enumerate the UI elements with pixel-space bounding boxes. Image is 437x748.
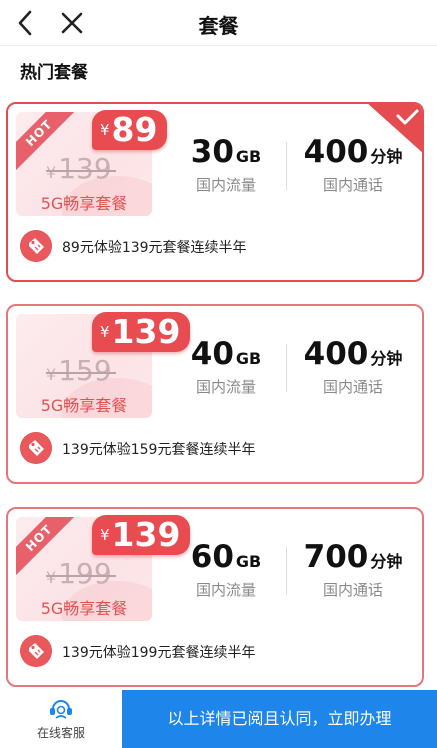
price-tag-icon [20,230,52,262]
page-title: 套餐 [198,14,239,38]
original-price: ¥199 [46,557,116,590]
bottom-action-bar: 在线客服 以上详情已阅且认同，立即办理 [0,690,437,748]
stat-divider [286,344,287,392]
stat-divider [286,142,287,190]
data-allowance: 30 GB 国内流量 [190,134,262,194]
price-tag-icon [20,432,52,464]
stat-divider [286,547,287,595]
top-bar: 套餐 [0,0,437,46]
plan-card-3[interactable]: HOT ¥199 5G畅享套餐 ¥139 60 GB 国内流量 700 分钟 国内通… [6,507,424,687]
original-price: ¥159 [46,354,116,387]
plan-card-1[interactable]: HOT ¥139 5G畅享套餐 ¥89 30 GB 国内流量 400 分钟 国内通话… [6,102,424,282]
section-title: 热门套餐 [20,63,88,83]
discount-price-badge: ¥139 [92,515,191,555]
discount-price-badge: ¥89 [92,110,168,150]
submit-order-button[interactable]: 以上详情已阅且认同，立即办理 [122,690,437,748]
price-tag-icon [20,635,52,667]
plan-name: 5G畅享套餐 [40,599,128,618]
data-allowance: 40 GB 国内流量 [190,336,262,396]
plan-card-2[interactable]: ¥159 5G畅享套餐 ¥139 40 GB 国内流量 400 分钟 国内通话 13… [6,304,424,484]
data-allowance: 60 GB 国内流量 [190,539,262,599]
plan-name: 5G畅享套餐 [40,396,128,415]
online-service-button[interactable]: 在线客服 [0,690,122,748]
call-allowance: 700 分钟 国内通话 [303,539,403,599]
customer-service-icon [50,700,72,719]
selected-check-icon [368,104,422,153]
plan-name: 5G畅享套餐 [40,194,128,213]
discount-price-badge: ¥139 [92,312,191,352]
original-price: ¥139 [46,152,116,185]
call-allowance: 400 分钟 国内通话 [303,336,403,396]
